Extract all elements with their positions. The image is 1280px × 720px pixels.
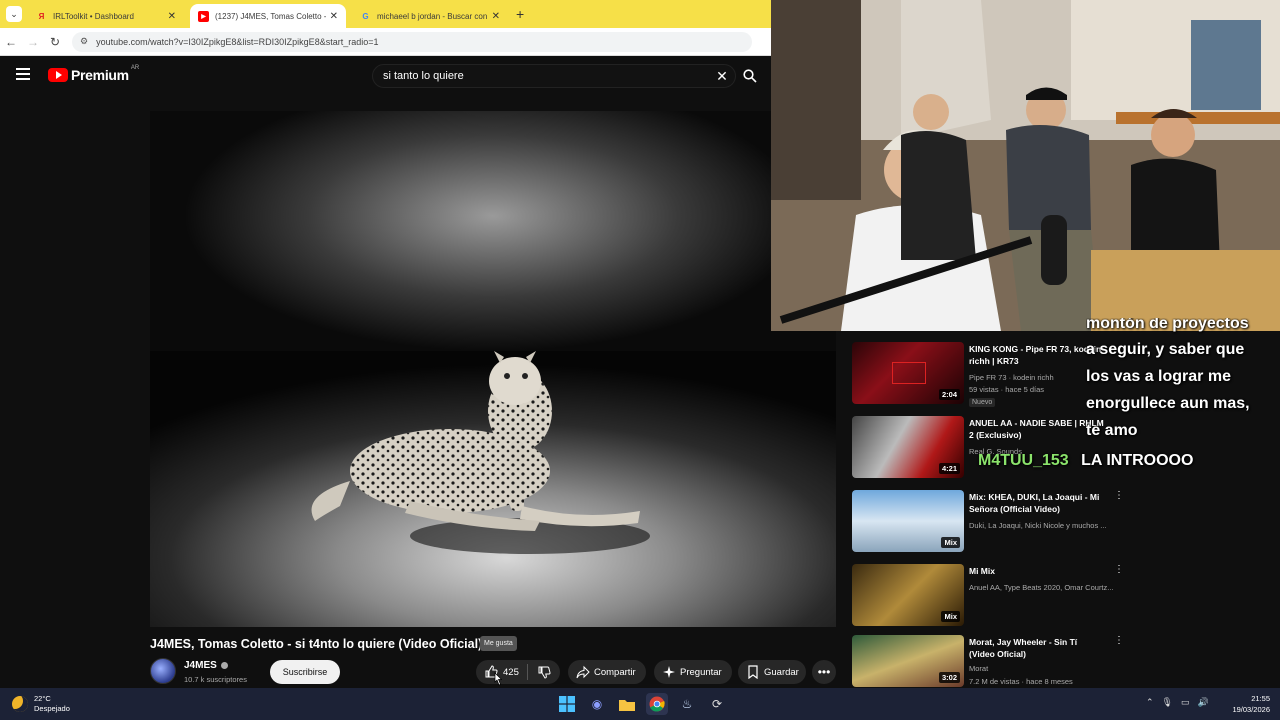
thumbs-down-icon[interactable] — [537, 665, 551, 679]
rec-thumbnail[interactable]: Mix — [852, 564, 964, 626]
rec-item[interactable]: Mix Mi Mix Anuel AA, Type Beats 2020, Om… — [852, 564, 1124, 626]
screen: ⌄ Я IRLToolkit • Dashboard ✕ ▶ (1237) J4… — [0, 0, 1280, 720]
address-bar[interactable]: ⚙ youtube.com/watch?v=I30IZpikgE8&list=R… — [72, 31, 752, 52]
file-explorer-icon[interactable] — [616, 693, 638, 715]
video-frame-cheetah — [150, 111, 836, 627]
weather-widget[interactable]: 22°C Despejado — [12, 694, 70, 714]
tab-search-button[interactable]: ⌄ — [6, 6, 22, 22]
browser-tabbar: ⌄ Я IRLToolkit • Dashboard ✕ ▶ (1237) J4… — [0, 0, 771, 28]
chat-text: LA INTROOOO — [1081, 452, 1194, 469]
ask-button[interactable]: Preguntar — [654, 660, 732, 684]
rec-thumbnail[interactable]: Mix — [852, 490, 964, 552]
tab-irltoolkit[interactable]: Я IRLToolkit • Dashboard ✕ — [28, 4, 184, 28]
google-icon: G — [362, 11, 369, 21]
bookmark-icon — [748, 665, 758, 679]
clear-search-icon[interactable]: ✕ — [709, 68, 735, 85]
new-badge: Nuevo — [969, 398, 996, 407]
rec-item[interactable]: 3:02 Morat, Jay Wheeler - Sin Tí (Video … — [852, 635, 1124, 687]
volume-icon[interactable]: 🔊 — [1198, 697, 1209, 708]
chat-line: montón de proyectos — [1086, 318, 1249, 332]
chat-line: los vas a lograr me — [1086, 368, 1231, 385]
yandex-icon: Я — [38, 11, 45, 21]
rec-thumbnail[interactable]: 2:04 — [852, 342, 964, 404]
chat-line: te amo — [1086, 422, 1138, 439]
network-icon[interactable]: ▭ — [1181, 697, 1190, 708]
rec-item[interactable]: 2:04 KING KONG - Pipe FR 73, kodein rich… — [852, 342, 1122, 407]
forward-icon[interactable]: → — [22, 35, 44, 49]
youtube-play-icon — [48, 68, 68, 82]
thumbnail-art — [892, 362, 926, 384]
new-tab-icon[interactable]: + — [516, 6, 524, 22]
channel-avatar[interactable] — [150, 658, 176, 684]
youtube-logo[interactable]: Premium AR — [48, 65, 139, 83]
youtube-icon: ▶ — [198, 10, 209, 22]
webcam-scene — [771, 0, 1280, 331]
youtube-page: Premium AR si tanto lo quiere ✕ J4MES, T… — [0, 56, 838, 688]
tab-youtube[interactable]: ▶ (1237) J4MES, Tomas Coletto - si ✕ — [190, 4, 346, 28]
browser-navbar: ← → ↻ ⚙ youtube.com/watch?v=I30IZpikgE8&… — [0, 28, 771, 56]
video-player[interactable] — [150, 111, 836, 627]
like-dislike-group: 425 — [476, 660, 560, 684]
search-icon — [743, 69, 757, 83]
close-tab-icon[interactable]: ✕ — [330, 11, 338, 22]
more-vert-icon[interactable]: ⋮ — [1114, 564, 1124, 575]
back-icon[interactable]: ← — [0, 35, 22, 49]
like-divider — [526, 664, 528, 680]
rec-item[interactable]: Mix Mix: KHEA, DUKI, La Joaqui - Mi Seño… — [852, 490, 1124, 552]
microphone-icon[interactable]: 🎙 — [1162, 697, 1173, 708]
mouse-cursor-icon — [494, 672, 502, 686]
search-input[interactable]: si tanto lo quiere ✕ — [372, 64, 736, 88]
stream-chat: montón de proyectos a seguir, y saber qu… — [1086, 318, 1276, 444]
save-button[interactable]: Guardar — [738, 660, 806, 684]
rec-thumbnail[interactable]: 3:02 — [852, 635, 964, 687]
discord-icon[interactable]: ◉ — [586, 693, 608, 715]
site-info-icon[interactable]: ⚙ — [80, 36, 88, 47]
video-title: J4MES, Tomas Coletto - si t4nto lo quier… — [150, 637, 480, 651]
tab-google[interactable]: G michaeel b jordan - Buscar con ✕ — [352, 4, 508, 28]
moon-icon — [12, 696, 28, 712]
channel-name[interactable]: J4MES — [184, 660, 228, 671]
close-tab-icon[interactable]: ✕ — [168, 11, 176, 22]
system-tray: ⌃ 🎙 ▭ 🔊 — [1146, 697, 1209, 708]
menu-icon[interactable] — [16, 68, 30, 80]
webcam-overlay — [771, 0, 1280, 331]
subscribe-button[interactable]: Suscribirse — [270, 660, 340, 684]
search-button[interactable] — [738, 64, 762, 88]
chevron-up-icon[interactable]: ⌃ — [1146, 697, 1154, 708]
sparkle-icon — [663, 666, 675, 678]
app-icon[interactable]: ⟳ — [706, 693, 728, 715]
more-vert-icon[interactable]: ⋮ — [1114, 490, 1124, 501]
share-icon — [576, 665, 590, 679]
chrome-icon[interactable] — [646, 693, 668, 715]
close-tab-icon[interactable]: ✕ — [492, 11, 500, 22]
steam-icon[interactable]: ♨ — [676, 693, 698, 715]
more-actions-button[interactable]: ••• — [812, 660, 836, 684]
rec-thumbnail[interactable]: 4:21 — [852, 416, 964, 478]
more-icon: ••• — [817, 665, 831, 679]
windows-start-icon[interactable] — [556, 693, 578, 715]
like-count[interactable]: 425 — [503, 667, 519, 678]
reload-icon[interactable]: ↻ — [44, 35, 66, 49]
windows-taskbar: 22°C Despejado ◉ ♨ ⟳ ⌃ 🎙 ▭ 🔊 21:55 19/03… — [0, 688, 1280, 720]
chat-line: a seguir, y saber que — [1086, 341, 1245, 358]
verified-icon — [220, 662, 228, 669]
like-tooltip: Me gusta — [480, 636, 517, 651]
subscriber-count: 10.7 k suscriptores — [184, 675, 247, 684]
chat-line: enorgullece aun mas, — [1086, 395, 1250, 412]
chat-username: M4TUU_153 — [978, 452, 1069, 469]
share-button[interactable]: Compartir — [568, 660, 646, 684]
taskbar-apps: ◉ ♨ ⟳ — [556, 693, 728, 715]
chat-message: M4TUU_153 LA INTROOOO — [978, 452, 1193, 470]
taskbar-clock[interactable]: 21:55 19/03/2026 — [1222, 693, 1270, 715]
more-vert-icon[interactable]: ⋮ — [1114, 635, 1124, 646]
